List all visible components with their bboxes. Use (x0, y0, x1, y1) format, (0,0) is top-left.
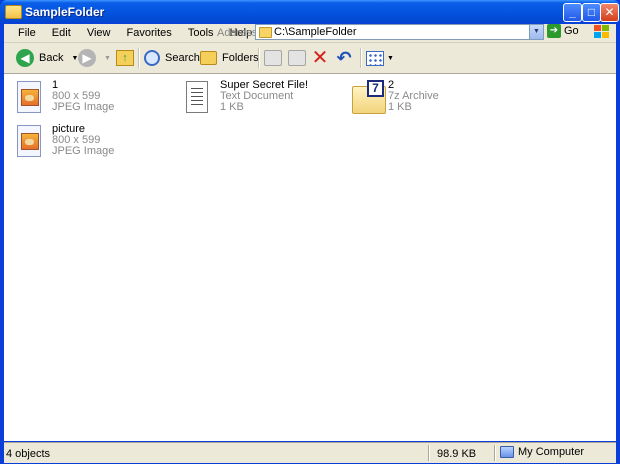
search-button[interactable]: Search (144, 47, 200, 69)
move-to-icon (264, 50, 282, 66)
forward-arrow-icon: ▶ (78, 49, 96, 67)
file-meta: JPEG Image (52, 101, 115, 113)
go-button[interactable]: ➔ Go (547, 24, 579, 40)
menu-favorites[interactable]: Favorites (125, 26, 174, 40)
search-icon (144, 50, 160, 66)
back-button[interactable]: ◀ Back ▼ (16, 47, 78, 69)
status-location: My Computer (500, 446, 584, 458)
back-arrow-icon: ◀ (16, 49, 34, 67)
maximize-button[interactable]: □ (582, 3, 601, 22)
file-text: Super Secret File! Text Document 1 KB (220, 80, 308, 113)
chevron-down-icon[interactable]: ▼ (529, 25, 543, 39)
minimize-button[interactable]: _ (563, 3, 582, 22)
toolbar-separator (258, 48, 260, 68)
undo-icon: ↶ (336, 48, 352, 68)
chevron-down-icon[interactable]: ▼ (387, 55, 394, 62)
file-meta: 1 KB (388, 101, 412, 113)
archive-7z-icon: 7 (350, 80, 386, 116)
status-location-label: My Computer (518, 446, 585, 458)
undo-button[interactable]: ↶ (335, 47, 353, 69)
views-icon (366, 50, 384, 66)
menu-bar: File Edit View Favorites Tools Help Addr… (4, 24, 616, 43)
search-label: Search (165, 52, 200, 64)
up-folder-button[interactable]: ↑ (116, 47, 134, 69)
file-text: 1 800 x 599 JPEG Image (52, 80, 114, 113)
file-meta: 1 KB (220, 101, 244, 113)
close-button[interactable]: ✕ (600, 3, 619, 22)
address-label: Address (217, 27, 258, 39)
forward-button[interactable]: ▶ ▼ (78, 47, 111, 69)
title-bar[interactable]: SampleFolder _ □ ✕ (0, 0, 620, 24)
file-item-picture[interactable]: picture 800 x 599 JPEG Image (10, 122, 170, 162)
status-divider (494, 445, 496, 461)
status-object-count: 4 objects (6, 448, 51, 460)
window-title: SampleFolder (25, 5, 105, 19)
status-bar: 4 objects 98.9 KB My Computer (4, 442, 616, 463)
status-divider (428, 445, 430, 461)
folders-icon (200, 51, 217, 65)
copy-to-button[interactable] (288, 47, 306, 69)
menu-tools[interactable]: Tools (186, 26, 216, 40)
file-item-1[interactable]: 1 800 x 599 JPEG Image (10, 78, 170, 118)
file-text: 2 7z Archive 1 KB (388, 80, 439, 113)
zip-badge: 7 (367, 80, 384, 97)
delete-x-icon: ✕ (311, 47, 329, 69)
chevron-down-icon[interactable]: ▼ (104, 55, 111, 62)
file-text: picture 800 x 599 JPEG Image (52, 124, 114, 157)
jpeg-image-icon (14, 80, 46, 116)
up-folder-icon: ↑ (116, 50, 134, 66)
explorer-window: SampleFolder _ □ ✕ File Edit View Favori… (0, 0, 620, 464)
folders-button[interactable]: Folders (200, 47, 259, 69)
menu-file[interactable]: File (16, 26, 38, 40)
file-meta: JPEG Image (52, 145, 115, 157)
status-size: 98.9 KB (437, 448, 477, 460)
file-item-super-secret[interactable]: Super Secret File! Text Document 1 KB (178, 78, 338, 118)
delete-button[interactable]: ✕ (311, 47, 329, 69)
folder-icon (5, 5, 22, 19)
windows-logo-icon (594, 25, 610, 39)
views-button[interactable]: ▼ (366, 47, 394, 69)
text-document-icon (182, 80, 214, 116)
menu-edit[interactable]: Edit (50, 26, 73, 40)
folders-label: Folders (222, 52, 259, 64)
address-value: C:\SampleFolder (274, 26, 357, 38)
my-computer-icon (500, 446, 514, 458)
file-item-2[interactable]: 7 2 7z Archive 1 KB (346, 78, 506, 118)
toolbar-separator (360, 48, 362, 68)
back-label: Back (39, 52, 64, 64)
toolbar: ◀ Back ▼ ▶ ▼ ↑ Search Folders ✕ ↶ ▼ (4, 43, 616, 74)
address-input[interactable]: C:\SampleFolder ▼ (255, 24, 544, 40)
arrow-right-icon: ➔ (547, 24, 561, 38)
toolbar-separator (138, 48, 140, 68)
move-to-button[interactable] (264, 47, 282, 69)
go-label: Go (564, 25, 579, 37)
menu-view[interactable]: View (85, 26, 113, 40)
file-list: 1 800 x 599 JPEG Image Super Secret File… (4, 74, 616, 441)
copy-to-icon (288, 50, 306, 66)
jpeg-image-icon (14, 124, 46, 160)
folder-icon (259, 27, 272, 38)
